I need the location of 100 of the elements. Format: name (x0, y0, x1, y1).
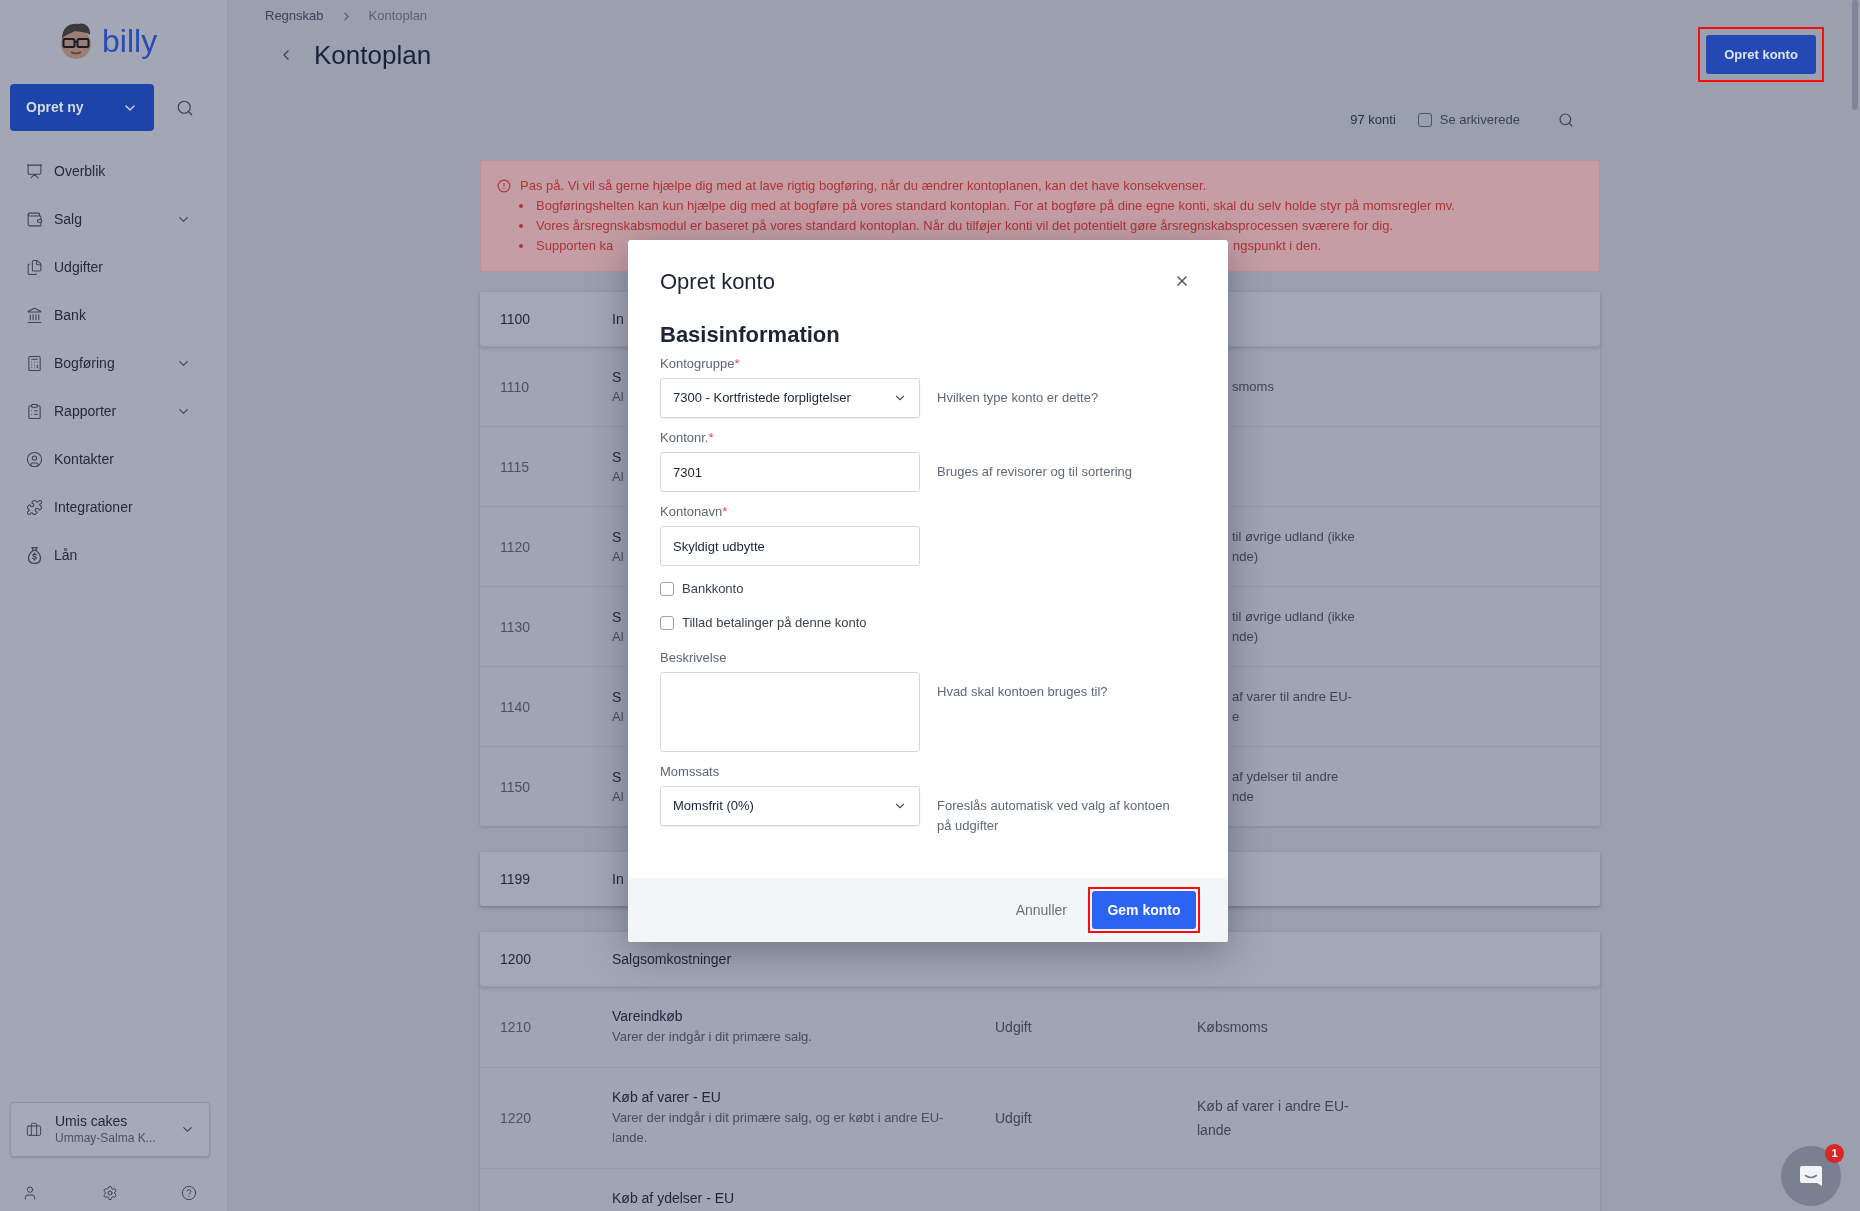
alert-icon (497, 179, 511, 193)
clipboard-icon (26, 402, 43, 420)
breadcrumb-link[interactable]: Regnskab (265, 6, 324, 26)
user-name: Ummay-Salma K... (55, 1130, 156, 1147)
account-description: Al (612, 707, 624, 726)
group-name: In (612, 869, 624, 889)
checkbox[interactable] (660, 582, 674, 596)
checkbox[interactable] (660, 616, 674, 630)
account-name: S (612, 687, 622, 707)
cancel-button[interactable]: Annuller (1015, 899, 1067, 921)
field-hint: Hvad skal kontoen bruges til? (937, 684, 1108, 699)
account-description: Al (612, 467, 624, 486)
field-hint: Bruges af revisorer og til sortering (937, 464, 1133, 479)
search-icon[interactable] (1558, 112, 1574, 128)
chat-icon (1798, 1163, 1824, 1189)
bank-icon (26, 306, 43, 324)
account-count: 97 konti (1350, 111, 1396, 130)
field-label: Kontonr.* (660, 430, 714, 445)
nav-item[interactable]: Lån (0, 531, 227, 579)
account-code: 1200 (500, 951, 532, 967)
checkbox-label: Se arkiverede (1439, 111, 1520, 130)
nav-item[interactable]: Bogføring (0, 339, 227, 387)
field-hint: Foreslås automatisk ved valg af kontoen på udgifter (937, 798, 1170, 833)
account-name: S (612, 527, 622, 547)
warning-item: Vores årsregnskabsmodul er baseret på vores standard kontoplan. Når du tilføjer konti vil det potentielt gøre årsregnskabsprocessen sværere for dig. (536, 217, 1393, 235)
warning-item: Supporten ka (536, 238, 614, 253)
vat-code: nde (1232, 787, 1254, 806)
field-label: Kontogruppe* (660, 356, 740, 371)
account-code: 1199 (500, 871, 531, 887)
account-name: S (612, 607, 622, 627)
account-code: 1110 (500, 378, 530, 395)
textarea-field[interactable] (660, 672, 920, 752)
account-description: Varer der indgår i dit primære salg. (612, 1029, 812, 1044)
field-hint: Hvilken type konto er dette? (937, 390, 1099, 405)
account-description: Al (612, 387, 624, 406)
input-field[interactable]: 7301 (660, 452, 920, 492)
input-field[interactable]: Skyldigt udbytte (660, 526, 920, 566)
warning-title: Pas på. Vi vil så gerne hjælpe dig med at lave rigtig bogføring, når du ændrer kontoplanen, kan det have konsekvenser. (520, 177, 1207, 195)
field-label: Kontonavn* (660, 504, 728, 519)
vat-code: Køb af varer i andre EU-lande (1197, 1098, 1349, 1138)
save-button[interactable]: Gem konto (1092, 891, 1196, 929)
checkbox-label: Tillad betalinger på denne konto (682, 614, 867, 633)
vat-code: af ydelser til andre (1232, 767, 1339, 786)
group-name: Salgsomkostninger (612, 949, 732, 969)
warning-item: ngspunkt i den. (1233, 237, 1322, 255)
account-description: Al (612, 787, 624, 806)
warning-item: Bogføringshelten kan kun hjælpe dig med at bogføre på vores standard kontoplan. For at bogføre på dine egne konti, skal du selv holde styr på momsregler mv. (536, 197, 1455, 215)
vat-code: nde) (1232, 547, 1259, 566)
account-description: Varer der indgår i dit primære salg, og er købt i andre EU-lande. (612, 1110, 944, 1145)
nav-item[interactable]: Salg (0, 195, 227, 243)
dialog-title: Opret konto (660, 267, 775, 296)
account-name: S (612, 447, 622, 467)
user-icon[interactable] (22, 1185, 38, 1201)
bullet-icon (519, 204, 523, 208)
account-name: S (612, 367, 622, 387)
dropdown-field[interactable]: Momsfrit (0%) (660, 786, 920, 826)
vat-code: Købsmoms (1197, 1019, 1268, 1035)
calculator-icon (26, 354, 43, 372)
field-label: Momssats (660, 764, 720, 779)
nav-item[interactable]: Overblik (0, 147, 227, 195)
vat-code: til øvrige udland (ikke (1232, 607, 1355, 626)
create-new-button[interactable]: Opret ny (10, 84, 154, 131)
nav-item[interactable]: Bank (0, 291, 227, 339)
chat-launcher[interactable] (1781, 1146, 1841, 1206)
nav-item[interactable]: Udgifter (0, 243, 227, 291)
account-code: 1130 (500, 618, 531, 635)
account-name: Køb af ydelser - EU (612, 1189, 735, 1207)
nav-item[interactable]: Rapporter (0, 387, 227, 435)
company-name: Umis cakes (55, 1112, 128, 1130)
account-code: 1210 (500, 1019, 532, 1035)
account-type: Udgift (995, 1019, 1032, 1035)
account-code: 1115 (500, 458, 530, 475)
company-switcher[interactable]: Umis cakes Ummay-Salma K... (10, 1102, 210, 1157)
account-name: Køb af varer - EU (612, 1088, 721, 1106)
account-code: 1100 (500, 311, 531, 327)
settings-icon[interactable] (101, 1185, 118, 1201)
logo-text: billy (102, 22, 158, 61)
briefcase-icon (26, 1121, 42, 1138)
documents-icon (26, 258, 43, 276)
vat-code: af varer til andre EU- (1232, 687, 1352, 706)
user-circle-icon (26, 450, 43, 468)
puzzle-icon (26, 498, 43, 516)
help-icon[interactable] (181, 1185, 197, 1201)
scrollbar-thumb[interactable] (1852, 0, 1858, 110)
vat-code: nde) (1232, 627, 1259, 646)
money-bag-icon (26, 546, 43, 564)
account-name: Vareindkøb (612, 1007, 683, 1025)
dropdown-field[interactable]: 7300 - Kortfristede forpligtelser (660, 378, 920, 418)
account-code: 1150 (500, 778, 531, 795)
unread-badge: 1 (1825, 1144, 1844, 1163)
vat-code: smoms (1232, 377, 1274, 396)
section-heading: Basisinformation (660, 322, 840, 347)
create-account-button[interactable]: Opret konto (1706, 35, 1816, 74)
bullet-icon (519, 244, 523, 248)
group-name: In (612, 309, 624, 329)
nav-item[interactable]: Kontakter (0, 435, 227, 483)
mascot-logo-icon (58, 21, 94, 61)
checkbox[interactable] (1417, 113, 1432, 127)
nav-item[interactable]: Integrationer (0, 483, 227, 531)
search-icon[interactable] (176, 98, 194, 117)
